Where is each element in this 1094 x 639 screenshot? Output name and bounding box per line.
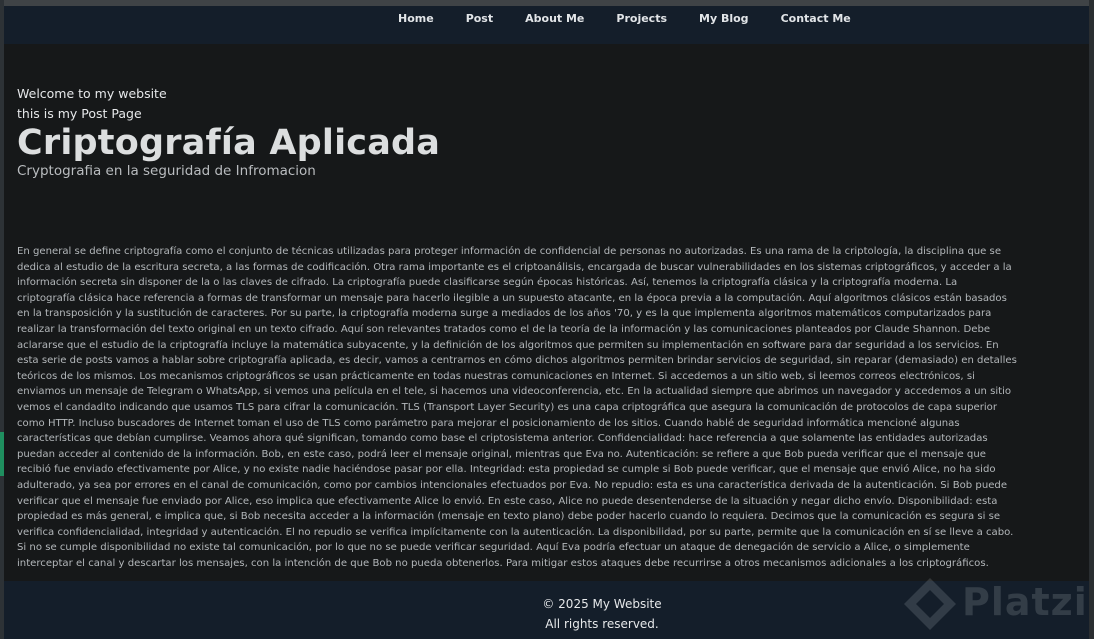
nav-item-post[interactable]: Post	[466, 12, 493, 25]
page-title: Criptografía Aplicada	[17, 123, 441, 163]
nav-item-about-me[interactable]: About Me	[525, 12, 584, 25]
page-label: this is my Post Page	[17, 106, 142, 121]
left-edge	[0, 0, 4, 639]
nav-item-projects[interactable]: Projects	[616, 12, 667, 25]
left-accent-marker	[0, 432, 4, 476]
platzi-logo-icon	[904, 578, 956, 630]
page-header: Welcome to my website this is my Post Pa…	[17, 84, 1017, 181]
welcome-text: Welcome to my website	[17, 86, 167, 101]
nav-item-home[interactable]: Home	[398, 12, 434, 25]
watermark-brand: Platzi	[962, 580, 1088, 624]
nav-menu: Home Post About Me Projects My Blog Cont…	[398, 12, 883, 25]
platzi-watermark: Platzi	[900, 570, 1090, 638]
nav-item-contact-me[interactable]: Contact Me	[781, 12, 851, 25]
page: Home Post About Me Projects My Blog Cont…	[0, 0, 1094, 639]
right-edge	[1089, 0, 1094, 639]
navbar: Home Post About Me Projects My Blog Cont…	[4, 6, 1089, 44]
article-body: En general se define criptografía como e…	[17, 246, 1017, 569]
nav-item-my-blog[interactable]: My Blog	[699, 12, 749, 25]
page-subtitle: Cryptografia en la seguridad de Infromac…	[17, 163, 316, 179]
